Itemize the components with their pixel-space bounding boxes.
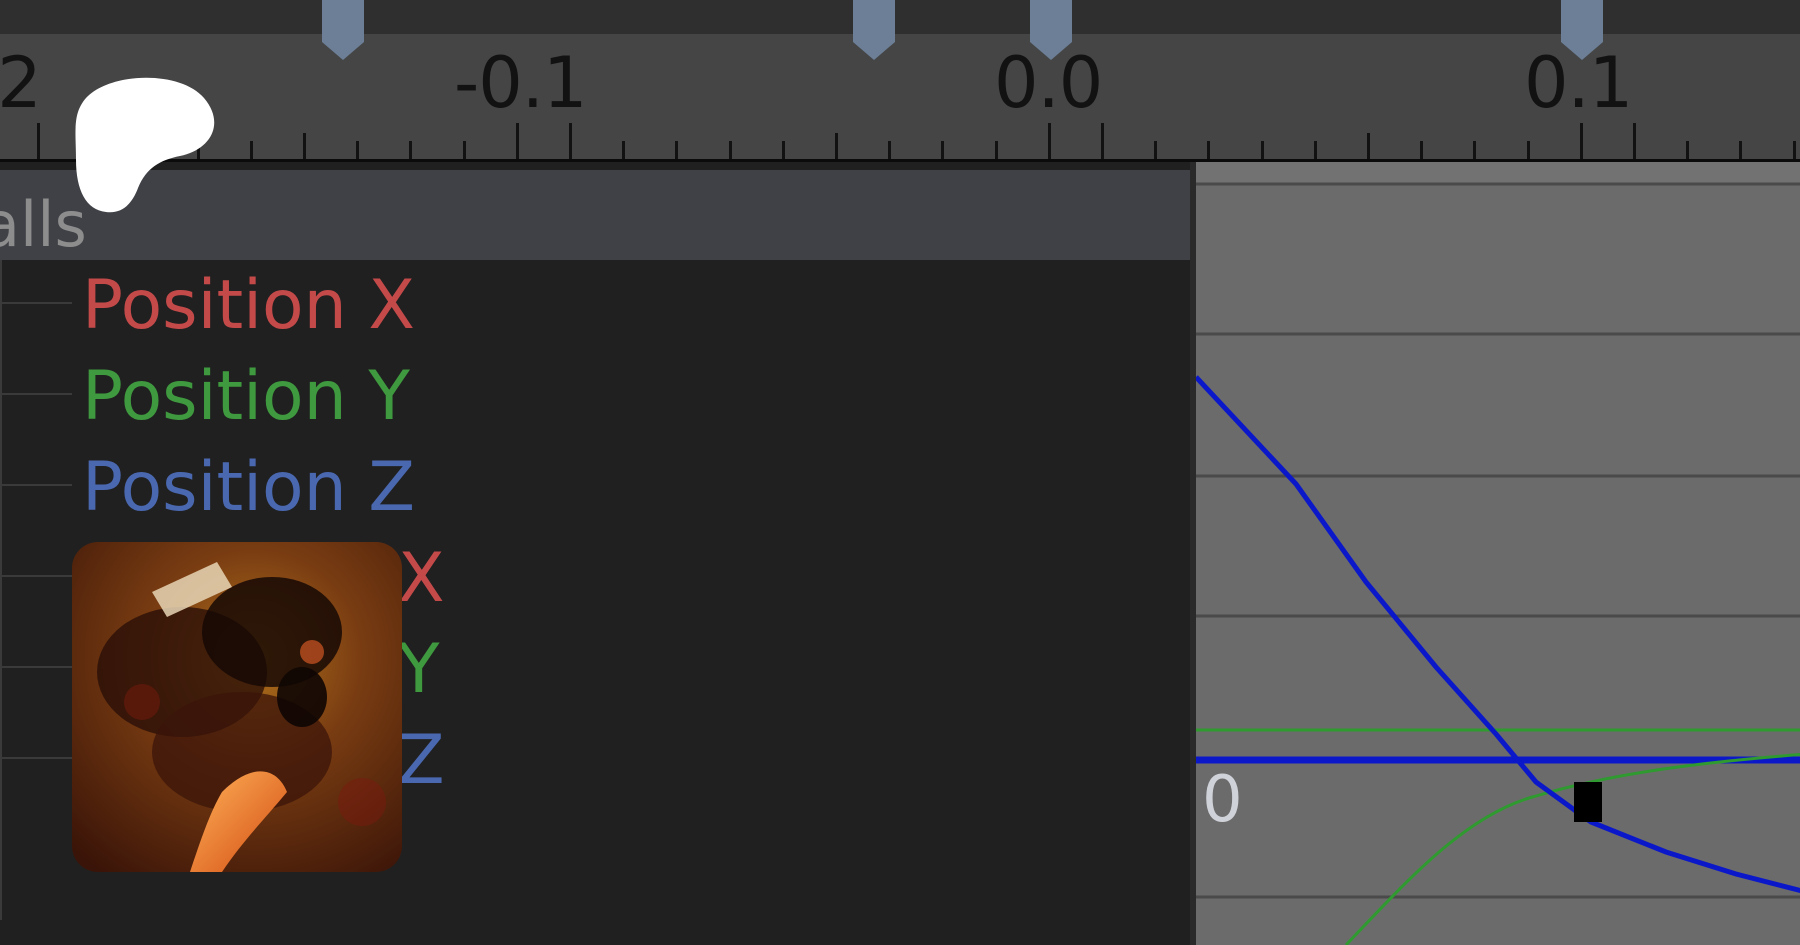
keyframe-marker-icon[interactable] bbox=[1026, 0, 1076, 62]
curve-graph-canvas[interactable] bbox=[1196, 162, 1800, 945]
ruler-tick bbox=[1633, 123, 1636, 159]
ruler-tick bbox=[994, 141, 998, 159]
ruler-label-neg-0-1: -0.1 bbox=[454, 42, 588, 124]
tree-branch bbox=[2, 302, 72, 304]
ruler-tick bbox=[515, 123, 519, 159]
keyframe-marker-icon[interactable] bbox=[849, 0, 899, 62]
tree-branch bbox=[2, 575, 72, 577]
thumbnail-art bbox=[72, 542, 402, 872]
keyframe-strip[interactable] bbox=[0, 0, 1800, 35]
ruler-tick bbox=[1526, 141, 1530, 159]
ruler-tick bbox=[1739, 141, 1743, 159]
ruler-tick bbox=[1367, 133, 1370, 159]
curve-editor-window: .2 -0.1 0.0 0.1 alls Position X Position… bbox=[0, 0, 1800, 945]
ruler-tick bbox=[1101, 123, 1104, 159]
ruler-tick bbox=[1154, 141, 1158, 159]
ruler-label-neg-0-2: .2 bbox=[0, 42, 42, 124]
channel-position-z[interactable]: Position Z bbox=[82, 452, 415, 524]
ruler-tick bbox=[1579, 123, 1583, 159]
tree-branch bbox=[2, 666, 72, 668]
ruler-tick bbox=[781, 141, 785, 159]
tree-branch bbox=[2, 393, 72, 395]
ruler-tick bbox=[675, 141, 679, 159]
ruler-tick bbox=[462, 141, 466, 159]
ruler-tick bbox=[1792, 141, 1796, 159]
blue-descending-curve[interactable] bbox=[1196, 375, 1800, 894]
pointer-blob-icon bbox=[75, 77, 215, 213]
channel-position-y[interactable]: Position Y bbox=[82, 361, 410, 433]
ruler-tick bbox=[37, 123, 40, 159]
ruler-tick bbox=[569, 123, 572, 159]
ruler-tick bbox=[835, 133, 838, 159]
graph-zero-label: 0 bbox=[1202, 763, 1243, 837]
scene-thumbnail bbox=[72, 542, 402, 872]
ruler-tick bbox=[1207, 141, 1211, 159]
ruler-tick bbox=[1047, 123, 1051, 159]
ruler-tick bbox=[1686, 141, 1690, 159]
keyframe-marker-icon[interactable] bbox=[318, 0, 368, 62]
ruler-tick bbox=[1473, 141, 1477, 159]
keyframe-marker-icon[interactable] bbox=[1557, 0, 1607, 62]
ruler-tick bbox=[249, 141, 253, 159]
ruler-tick bbox=[356, 141, 360, 159]
tree-branch bbox=[2, 757, 72, 759]
tree-connector bbox=[0, 260, 2, 920]
channel-position-x[interactable]: Position X bbox=[82, 270, 415, 342]
ruler-tick bbox=[622, 141, 626, 159]
channel-x[interactable]: X bbox=[398, 543, 445, 615]
tree-branch bbox=[2, 484, 72, 486]
ruler-tick bbox=[728, 141, 732, 159]
channel-y[interactable]: Y bbox=[398, 634, 440, 706]
ruler-tick bbox=[409, 141, 413, 159]
curve-graph[interactable]: 0 bbox=[1190, 162, 1800, 945]
ruler-tick bbox=[1313, 141, 1317, 159]
graph-top-band bbox=[1196, 162, 1800, 184]
ruler-tick bbox=[941, 141, 945, 159]
ruler-tick bbox=[888, 141, 892, 159]
channel-z[interactable]: Z bbox=[398, 725, 445, 797]
ruler-tick bbox=[303, 133, 306, 159]
selected-keyframe[interactable] bbox=[1574, 782, 1602, 822]
ruler-tick bbox=[1260, 141, 1264, 159]
green-rising-curve[interactable] bbox=[1344, 752, 1800, 945]
ruler-tick bbox=[1420, 141, 1424, 159]
